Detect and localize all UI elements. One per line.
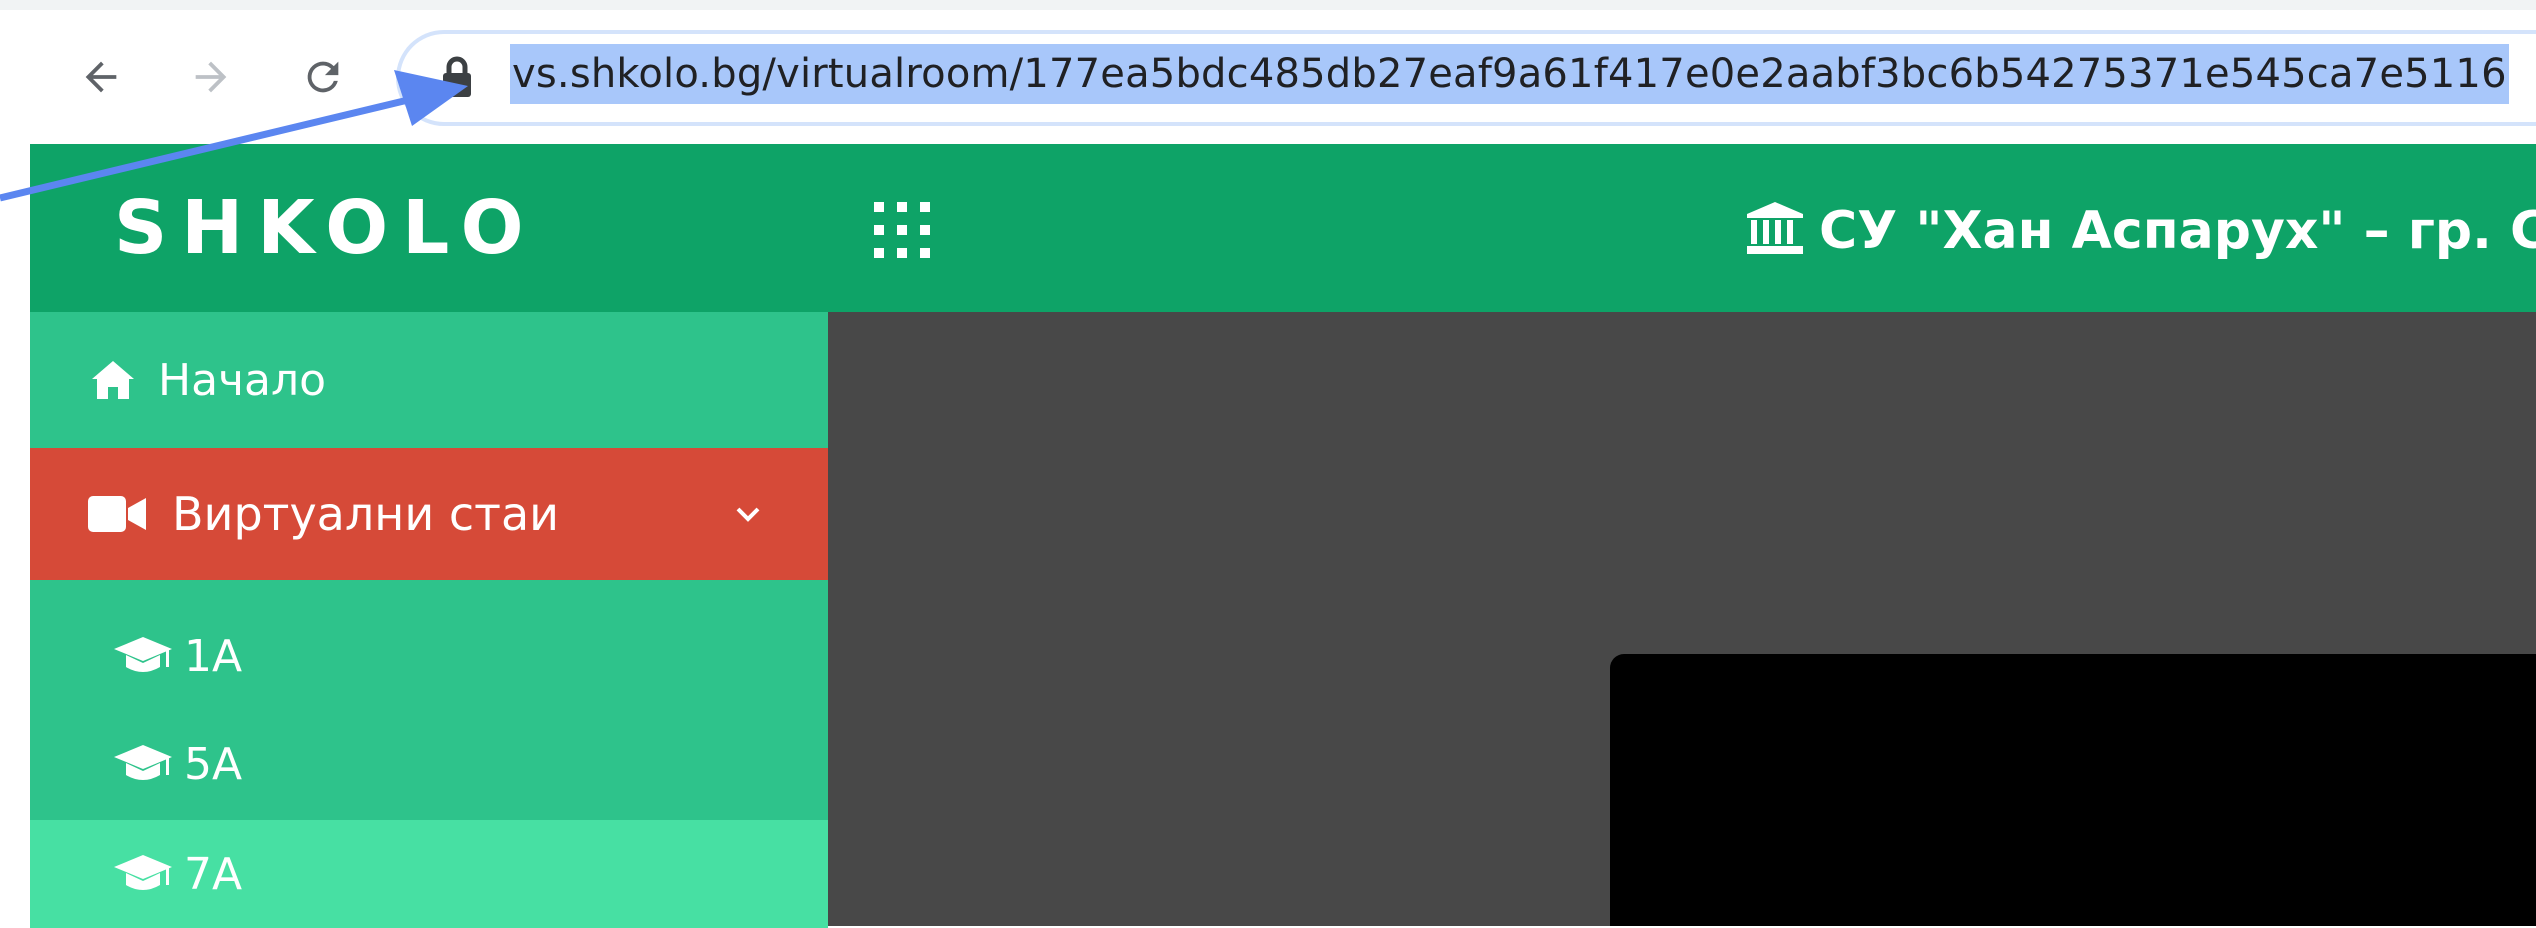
apps-grid-icon[interactable] bbox=[872, 200, 932, 260]
room-label: 5А bbox=[184, 738, 243, 790]
sidebar-item-label: Виртуални стаи bbox=[172, 487, 560, 541]
graduation-cap-icon bbox=[114, 637, 172, 672]
sidebar: Начало Виртуални стаи 1А 5А 7А bbox=[30, 312, 828, 928]
forward-button[interactable] bbox=[176, 42, 246, 112]
home-icon bbox=[92, 361, 134, 399]
sidebar-room-item[interactable]: 5А bbox=[30, 710, 828, 818]
sidebar-room-item[interactable]: 1А bbox=[30, 602, 828, 710]
sidebar-item-virtual-rooms[interactable]: Виртуални стаи bbox=[30, 448, 828, 580]
graduation-cap-icon bbox=[114, 855, 172, 890]
reload-button[interactable] bbox=[288, 42, 358, 112]
room-label: 7А bbox=[184, 848, 243, 900]
room-label: 1А bbox=[184, 630, 243, 682]
url-text[interactable]: vs.shkolo.bg/virtualroom/177ea5bdc485db2… bbox=[510, 44, 2509, 104]
video-camera-icon bbox=[88, 496, 146, 532]
school-name: СУ "Хан Аспарух" – гр. Со bbox=[1819, 201, 2536, 261]
school-title[interactable]: СУ "Хан Аспарух" – гр. Со bbox=[1745, 200, 2536, 262]
tab-strip bbox=[0, 0, 2536, 10]
shkolo-logo[interactable]: SHKOLO bbox=[114, 188, 538, 268]
main-content bbox=[828, 312, 2536, 926]
graduation-cap-icon bbox=[114, 745, 172, 780]
sidebar-item-label: Начало bbox=[158, 354, 327, 406]
chevron-down-icon[interactable] bbox=[730, 496, 766, 532]
reload-icon bbox=[307, 61, 339, 93]
site-header: SHKOLO СУ "Хан Аспарух" – гр. Со bbox=[30, 144, 2536, 312]
back-button[interactable] bbox=[66, 42, 136, 112]
sidebar-item-home[interactable]: Начало bbox=[30, 312, 828, 448]
forward-arrow-icon bbox=[195, 61, 227, 93]
browser-toolbar: vs.shkolo.bg/virtualroom/177ea5bdc485db2… bbox=[0, 0, 2536, 144]
sidebar-room-item-active[interactable]: 7А bbox=[30, 820, 828, 928]
back-arrow-icon bbox=[85, 61, 117, 93]
lock-icon[interactable] bbox=[440, 55, 474, 99]
bank-building-icon bbox=[1747, 202, 1803, 254]
video-frame[interactable] bbox=[1610, 654, 2536, 926]
